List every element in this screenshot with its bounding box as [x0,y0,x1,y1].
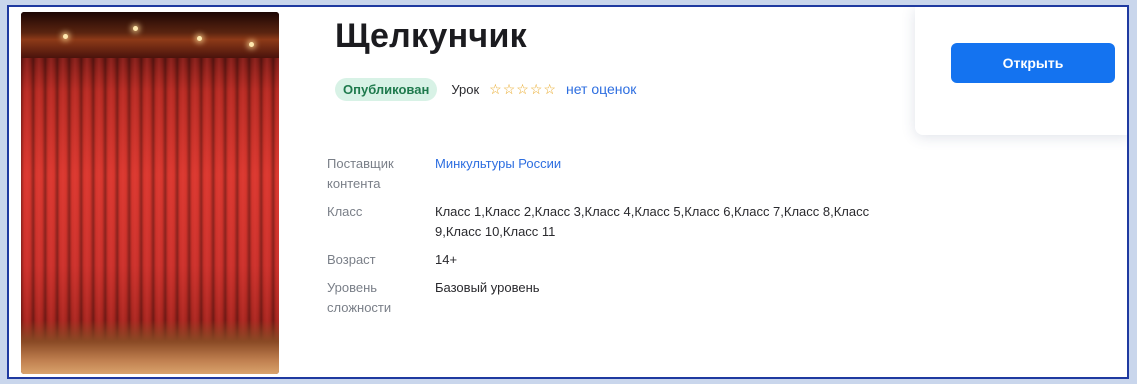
detail-value: 14+ [435,252,458,267]
detail-row-provider: Поставщик контента Минкультуры России [327,154,907,194]
open-button[interactable]: Открыть [951,43,1115,83]
meta-row: Опубликован Урок ☆ ☆ ☆ ☆ ☆ нет оценок [335,77,636,101]
detail-label: Возраст [327,252,376,267]
detail-value: Класс 1,Класс 2,Класс 3,Класс 4,Класс 5,… [435,204,870,239]
star-icon[interactable]: ☆ [543,81,556,98]
rating-stars[interactable]: ☆ ☆ ☆ ☆ ☆ [489,81,556,98]
content-type: Урок [451,81,480,97]
page-title: Щелкунчик [335,17,527,55]
provider-link[interactable]: Минкультуры России [435,154,561,194]
stage-light [133,26,138,31]
status-badge: Опубликован [335,77,438,101]
details-list: Поставщик контента Минкультуры России Кл… [327,154,907,326]
cover-image[interactable] [21,12,279,374]
detail-row-class: Класс Класс 1,Класс 2,Класс 3,Класс 4,Кл… [327,202,907,242]
star-icon[interactable]: ☆ [530,81,543,98]
detail-label: Класс [327,204,363,219]
detail-label: Поставщик контента [327,156,394,191]
star-icon[interactable]: ☆ [489,81,502,98]
lesson-card: Щелкунчик Опубликован Урок ☆ ☆ ☆ ☆ ☆ нет… [7,5,1129,379]
detail-value: Базовый уровень [435,280,540,295]
rating-link[interactable]: нет оценок [566,81,636,97]
detail-row-level: Уровень сложности Базовый уровень [327,278,907,318]
stage-light [197,36,202,41]
detail-label: Уровень сложности [327,280,392,315]
stage-floor [21,320,279,374]
star-icon[interactable]: ☆ [503,81,516,98]
stage-light [249,42,254,47]
stage-light [63,34,68,39]
stage-arch [21,12,279,58]
star-icon[interactable]: ☆ [516,81,529,98]
detail-row-age: Возраст 14+ [327,250,907,270]
action-panel: Открыть [915,7,1127,135]
